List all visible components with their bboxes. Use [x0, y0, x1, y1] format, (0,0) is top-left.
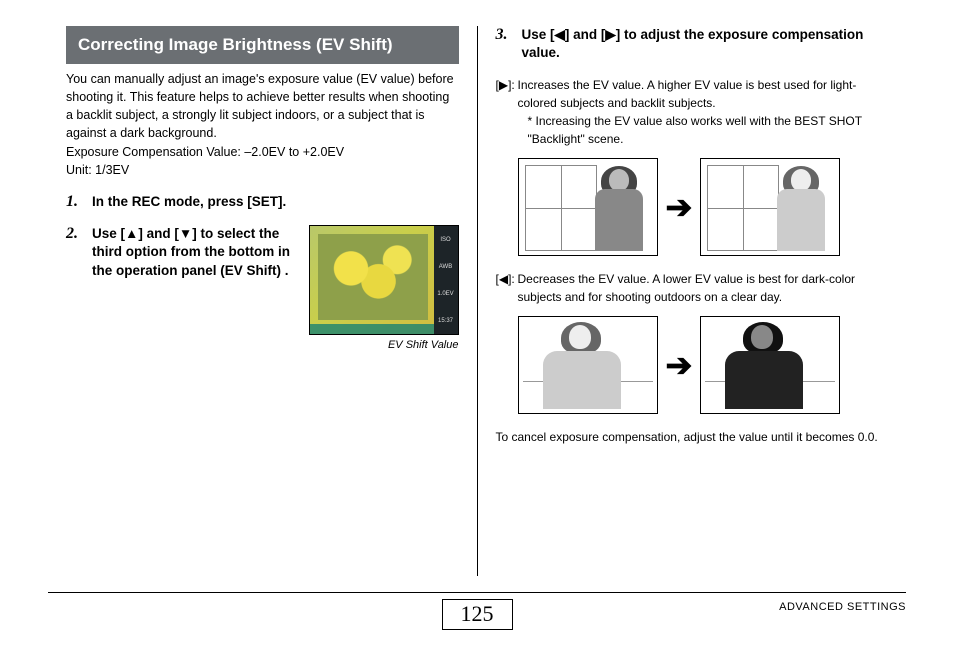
arrow-right-icon: ➔	[666, 188, 693, 226]
footer-section-label: ADVANCED SETTINGS	[779, 601, 906, 613]
step-3-b: ] and [	[565, 27, 606, 42]
arrow-right-icon: ➔	[666, 346, 693, 384]
right-triangle-icon: ▶	[605, 27, 615, 42]
page-number: 125	[442, 599, 513, 630]
illus-backlit-before	[518, 158, 658, 256]
thumbnail-caption: EV Shift Value	[309, 339, 459, 351]
step-1-text: In the REC mode, press [SET].	[92, 193, 459, 211]
side-time: 15:37	[438, 318, 453, 324]
step-2-number: 2.	[66, 225, 84, 351]
person-figure-icon	[537, 325, 627, 409]
step-3-text: Use [◀] and [▶] to adjust the exposure c…	[522, 26, 889, 62]
steps-list: 1. In the REC mode, press [SET]. 2. Use …	[66, 193, 459, 351]
intro-p2: Exposure Compensation Value: –2.0EV to +…	[66, 145, 344, 159]
increase-text: Increases the EV value. A higher EV valu…	[518, 76, 889, 148]
step-2-a: Use [	[92, 226, 125, 241]
manual-page: Correcting Image Brightness (EV Shift) Y…	[0, 0, 954, 646]
step-2: 2. Use [▲] and [▼] to select the third o…	[66, 225, 459, 351]
step-3-number: 3.	[496, 26, 514, 62]
decrease-key: [◀]:	[496, 270, 518, 306]
left-triangle-icon: ◀	[555, 27, 565, 42]
thumbnail-bottom-bar	[310, 324, 434, 334]
sub-list-2: [◀]: Decreases the EV value. A lower EV …	[496, 270, 889, 306]
intro-p1: You can manually adjust an image's expos…	[66, 72, 454, 140]
up-triangle-icon: ▲	[125, 226, 138, 241]
person-figure-icon	[719, 325, 809, 409]
person-figure-icon	[591, 169, 649, 251]
camera-screen-thumbnail: ISO AWB 1.0EV 15:37	[309, 225, 459, 335]
page-footer: 125 ADVANCED SETTINGS	[48, 592, 906, 630]
person-figure-icon	[773, 169, 831, 251]
step-1: 1. In the REC mode, press [SET].	[66, 193, 459, 211]
left-column: Correcting Image Brightness (EV Shift) Y…	[48, 26, 478, 576]
side-awb: AWB	[439, 264, 452, 270]
cancel-note: To cancel exposure compensation, adjust …	[496, 428, 889, 446]
increase-desc: Increases the EV value. A higher EV valu…	[518, 78, 857, 110]
content-columns: Correcting Image Brightness (EV Shift) Y…	[48, 26, 906, 576]
illustration-row-increase: ➔	[518, 158, 889, 256]
step-3: 3. Use [◀] and [▶] to adjust the exposur…	[496, 26, 889, 62]
illus-bright-after	[700, 316, 840, 414]
side-ev: 1.0EV	[437, 291, 453, 297]
decrease-item: [◀]: Decreases the EV value. A lower EV …	[496, 270, 889, 306]
illustration-row-decrease: ➔	[518, 316, 889, 414]
right-column: 3. Use [◀] and [▶] to adjust the exposur…	[478, 26, 907, 576]
increase-note: * Increasing the EV value also works wel…	[528, 112, 889, 148]
section-title: Correcting Image Brightness (EV Shift)	[66, 26, 459, 64]
increase-key: [▶]:	[496, 76, 518, 148]
intro-text: You can manually adjust an image's expos…	[66, 70, 459, 179]
step-1-number: 1.	[66, 193, 84, 211]
thumbnail-block: ISO AWB 1.0EV 15:37 EV Shift Value	[309, 225, 459, 351]
window-icon	[707, 165, 779, 251]
sub-list: [▶]: Increases the EV value. A higher EV…	[496, 76, 889, 148]
flower-photo-icon	[318, 234, 428, 320]
illus-bright-before	[518, 316, 658, 414]
decrease-text: Decreases the EV value. A lower EV value…	[518, 270, 889, 306]
window-icon	[525, 165, 597, 251]
thumbnail-side-panel: ISO AWB 1.0EV 15:37	[434, 226, 458, 334]
illus-backlit-after	[700, 158, 840, 256]
intro-p3: Unit: 1/3EV	[66, 163, 129, 177]
down-triangle-icon: ▼	[179, 226, 192, 241]
step-2-b: ] and [	[138, 226, 179, 241]
step-3-a: Use [	[522, 27, 555, 42]
increase-item: [▶]: Increases the EV value. A higher EV…	[496, 76, 889, 148]
step-2-text: Use [▲] and [▼] to select the third opti…	[92, 225, 299, 351]
side-iso: ISO	[440, 237, 450, 243]
